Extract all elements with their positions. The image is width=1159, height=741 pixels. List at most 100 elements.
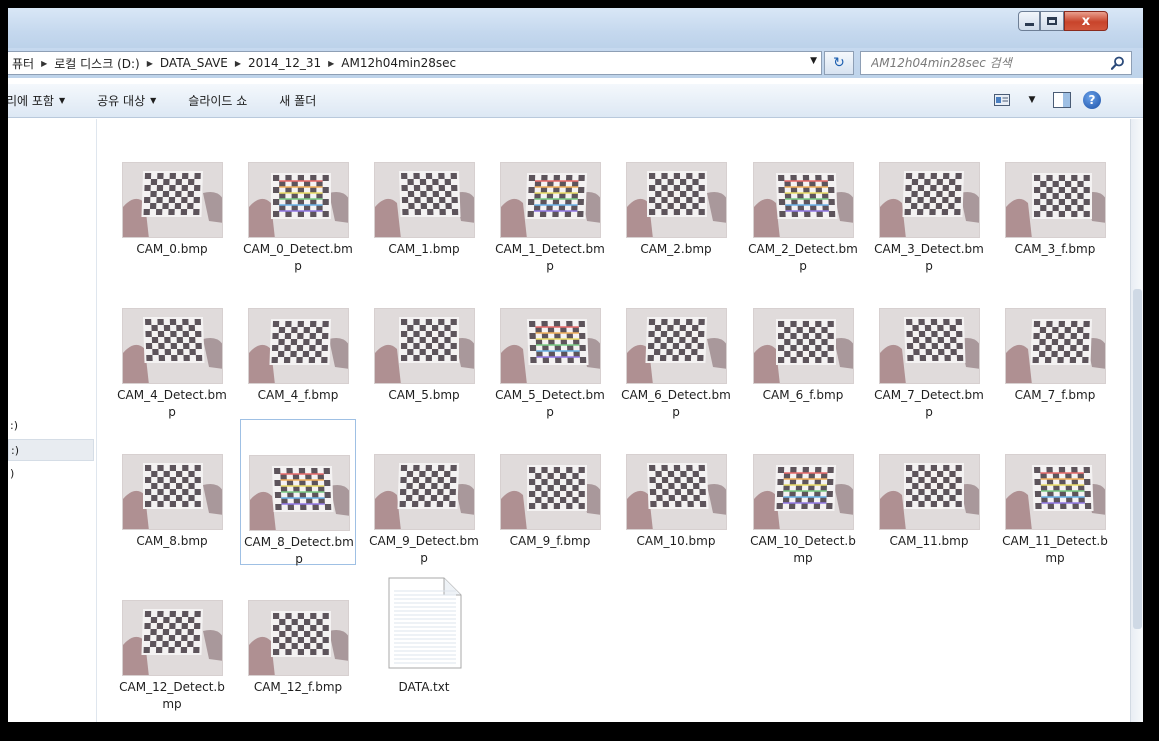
help-button[interactable]: ? xyxy=(1082,91,1102,109)
file-item[interactable]: CAM_7_f.bmp xyxy=(997,273,1113,419)
new-folder-label: 새 폴더 xyxy=(279,94,317,108)
breadcrumb-local-disk[interactable]: 로컬 디스크 (D:) xyxy=(50,55,143,72)
file-item[interactable]: CAM_1_Detect.bmp xyxy=(492,127,608,273)
file-item[interactable]: CAM_12_f.bmp xyxy=(240,565,356,711)
change-view-button[interactable] xyxy=(992,91,1012,109)
file-item[interactable]: CAM_0_Detect.bmp xyxy=(240,127,356,273)
file-name: CAM_11_Detect.bmp xyxy=(1002,534,1108,565)
nav-item-label: ) xyxy=(10,467,15,480)
file-item[interactable]: CAM_5_Detect.bmp xyxy=(492,273,608,419)
close-button[interactable]: x xyxy=(1064,11,1108,31)
checkerboard-image xyxy=(249,601,348,675)
preview-pane-button[interactable] xyxy=(1052,91,1072,109)
file-item[interactable]: CAM_6_Detect.bmp xyxy=(618,273,734,419)
search-box[interactable] xyxy=(860,51,1132,75)
scrollbar-thumb[interactable] xyxy=(1133,289,1142,629)
checkerboard-image xyxy=(501,163,600,237)
image-thumbnail xyxy=(249,455,350,531)
checkerboard-image xyxy=(754,455,853,529)
file-item[interactable]: CAM_4_f.bmp xyxy=(240,273,356,419)
minimize-button[interactable] xyxy=(1018,11,1040,31)
file-item[interactable]: CAM_6_f.bmp xyxy=(745,273,861,419)
file-name: CAM_10_Detect.bmp xyxy=(750,534,856,565)
nav-item-drive-selected[interactable]: :) xyxy=(8,439,94,461)
checkerboard-image xyxy=(1006,309,1105,383)
maximize-button[interactable] xyxy=(1040,11,1064,31)
title-bar[interactable]: x xyxy=(8,8,1143,48)
maximize-icon xyxy=(1047,17,1057,25)
address-bar[interactable]: 퓨터 ▶ 로컬 디스크 (D:) ▶ DATA_SAVE ▶ 2014_12_3… xyxy=(8,51,822,75)
view-icon xyxy=(994,94,1010,106)
image-thumbnail xyxy=(753,162,854,238)
view-options-dropdown[interactable]: ▼ xyxy=(1022,91,1042,109)
checkerboard-image xyxy=(627,309,726,383)
image-thumbnail xyxy=(1005,454,1106,530)
file-name: CAM_7_f.bmp xyxy=(1014,388,1096,402)
refresh-icon: ↻ xyxy=(833,55,845,71)
file-item[interactable]: CAM_2_Detect.bmp xyxy=(745,127,861,273)
file-item[interactable]: CAM_5.bmp xyxy=(366,273,482,419)
checkerboard-image xyxy=(249,163,348,237)
checkerboard-image xyxy=(375,163,474,237)
file-item[interactable]: CAM_2.bmp xyxy=(618,127,734,273)
file-name: CAM_8.bmp xyxy=(136,534,208,548)
nav-item-drive[interactable]: :) xyxy=(8,415,94,437)
image-thumbnail xyxy=(879,162,980,238)
file-item[interactable]: CAM_3_f.bmp xyxy=(997,127,1113,273)
close-icon: x xyxy=(1081,13,1091,29)
checkerboard-image xyxy=(1006,455,1105,529)
address-row: 퓨터 ▶ 로컬 디스크 (D:) ▶ DATA_SAVE ▶ 2014_12_3… xyxy=(8,48,1143,78)
file-item[interactable]: CAM_4_Detect.bmp xyxy=(114,273,230,419)
file-item[interactable]: CAM_0.bmp xyxy=(114,127,230,273)
address-dropdown-icon[interactable]: ▼ xyxy=(810,56,817,66)
vertical-scrollbar[interactable] xyxy=(1130,119,1143,722)
breadcrumb-arrow-icon[interactable]: ▶ xyxy=(38,59,50,68)
file-item[interactable]: CAM_9_f.bmp xyxy=(492,419,608,565)
file-item[interactable]: CAM_10.bmp xyxy=(618,419,734,565)
file-item[interactable]: CAM_9_Detect.bmp xyxy=(366,419,482,565)
search-icon[interactable] xyxy=(1111,56,1125,70)
breadcrumb-arrow-icon[interactable]: ▶ xyxy=(144,59,156,68)
slideshow-button[interactable]: 슬라이드 쇼 xyxy=(172,92,263,109)
file-item[interactable]: CAM_8.bmp xyxy=(114,419,230,565)
chevron-down-icon: ▼ xyxy=(1028,95,1036,105)
file-name: CAM_9_f.bmp xyxy=(509,534,591,548)
image-thumbnail xyxy=(122,162,223,238)
breadcrumb-data-save[interactable]: DATA_SAVE xyxy=(156,56,232,70)
file-item[interactable]: CAM_8_Detect.bmp xyxy=(240,419,356,566)
file-item[interactable]: CAM_11.bmp xyxy=(871,419,987,565)
image-thumbnail xyxy=(1005,162,1106,238)
image-thumbnail xyxy=(500,454,601,530)
preview-pane-icon xyxy=(1053,92,1071,108)
include-in-library-button[interactable]: 리에 포함 ▼ xyxy=(8,92,81,109)
nav-item-drive[interactable]: ) xyxy=(8,463,94,485)
new-folder-button[interactable]: 새 폴더 xyxy=(263,92,332,109)
explorer-window: x 퓨터 ▶ 로컬 디스크 (D:) ▶ DATA_SAVE ▶ 2014_12… xyxy=(8,8,1143,722)
file-name: CAM_0_Detect.bmp xyxy=(243,242,353,273)
breadcrumb-current-folder[interactable]: AM12h04min28sec xyxy=(337,56,460,70)
nav-item-label: :) xyxy=(11,444,19,457)
file-item[interactable]: CAM_3_Detect.bmp xyxy=(871,127,987,273)
checkerboard-image xyxy=(754,309,853,383)
breadcrumb-computer[interactable]: 퓨터 xyxy=(8,55,38,72)
file-item[interactable]: CAM_7_Detect.bmp xyxy=(871,273,987,419)
file-item[interactable]: CAM_1.bmp xyxy=(366,127,482,273)
share-with-button[interactable]: 공유 대상 ▼ xyxy=(81,92,172,109)
chevron-down-icon: ▼ xyxy=(150,96,157,105)
file-name: CAM_10.bmp xyxy=(636,534,716,548)
refresh-button[interactable]: ↻ xyxy=(824,51,854,75)
image-thumbnail xyxy=(374,308,475,384)
breadcrumb-date-folder[interactable]: 2014_12_31 xyxy=(244,56,325,70)
breadcrumb-arrow-icon[interactable]: ▶ xyxy=(232,59,244,68)
file-item[interactable]: CAM_12_Detect.bmp xyxy=(114,565,230,711)
file-item[interactable]: CAM_10_Detect.bmp xyxy=(745,419,861,565)
image-thumbnail xyxy=(248,162,349,238)
search-input[interactable] xyxy=(871,56,1101,70)
breadcrumb-arrow-icon[interactable]: ▶ xyxy=(325,59,337,68)
file-item[interactable]: CAM_11_Detect.bmp xyxy=(997,419,1113,565)
image-thumbnail xyxy=(500,162,601,238)
checkerboard-image xyxy=(123,163,222,237)
window-controls: x xyxy=(1018,11,1108,33)
file-item-text[interactable]: DATA.txt xyxy=(366,565,482,711)
image-thumbnail xyxy=(879,308,980,384)
